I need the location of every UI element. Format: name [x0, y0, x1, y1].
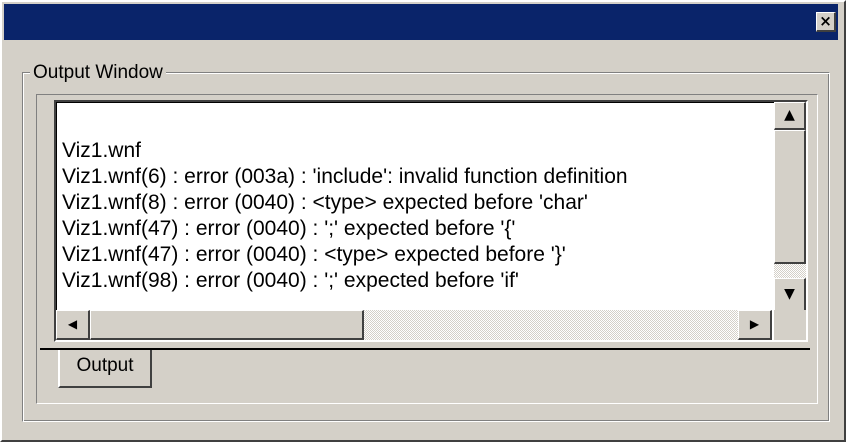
- close-icon: ×: [819, 12, 832, 30]
- tab-output-label: Output: [76, 355, 134, 376]
- vertical-scrollbar[interactable]: ▲ ▼: [774, 102, 806, 312]
- arrow-down-icon: ▼: [784, 286, 795, 302]
- output-line: Viz1.wnf: [62, 139, 141, 162]
- horizontal-scrollbar[interactable]: ◀ ▶: [56, 310, 772, 340]
- vertical-scroll-thumb[interactable]: [774, 130, 806, 264]
- scroll-left-button[interactable]: ◀: [56, 310, 90, 340]
- tab-output[interactable]: Output: [58, 350, 152, 388]
- scroll-down-button[interactable]: ▼: [774, 278, 806, 312]
- output-line: Viz1.wnf(8) : error (0040) : <type> expe…: [62, 191, 588, 214]
- output-line: Viz1.wnf(98) : error (0040) : ';' expect…: [62, 269, 519, 292]
- arrow-right-icon: ▶: [749, 317, 760, 331]
- scrollbar-corner: [774, 310, 806, 340]
- horizontal-scroll-thumb[interactable]: [90, 310, 364, 340]
- output-textbox[interactable]: Viz1.wnf Viz1.wnf(6) : error (003a) : 'i…: [54, 100, 808, 342]
- scroll-right-button[interactable]: ▶: [738, 310, 772, 340]
- close-button[interactable]: ×: [816, 12, 836, 32]
- arrow-up-icon: ▲: [784, 107, 795, 123]
- tab-strip-border: [40, 348, 810, 350]
- output-line: Viz1.wnf(47) : error (0040) : <type> exp…: [62, 243, 566, 266]
- output-line: Viz1.wnf(47) : error (0040) : ';' expect…: [62, 217, 516, 240]
- groupbox-label: Output Window: [30, 62, 166, 84]
- output-text: Viz1.wnf Viz1.wnf(6) : error (003a) : 'i…: [62, 138, 766, 310]
- arrow-left-icon: ◀: [67, 317, 78, 331]
- title-bar[interactable]: [4, 4, 838, 40]
- scroll-up-button[interactable]: ▲: [774, 102, 806, 130]
- output-line: Viz1.wnf(6) : error (003a) : 'include': …: [62, 165, 628, 188]
